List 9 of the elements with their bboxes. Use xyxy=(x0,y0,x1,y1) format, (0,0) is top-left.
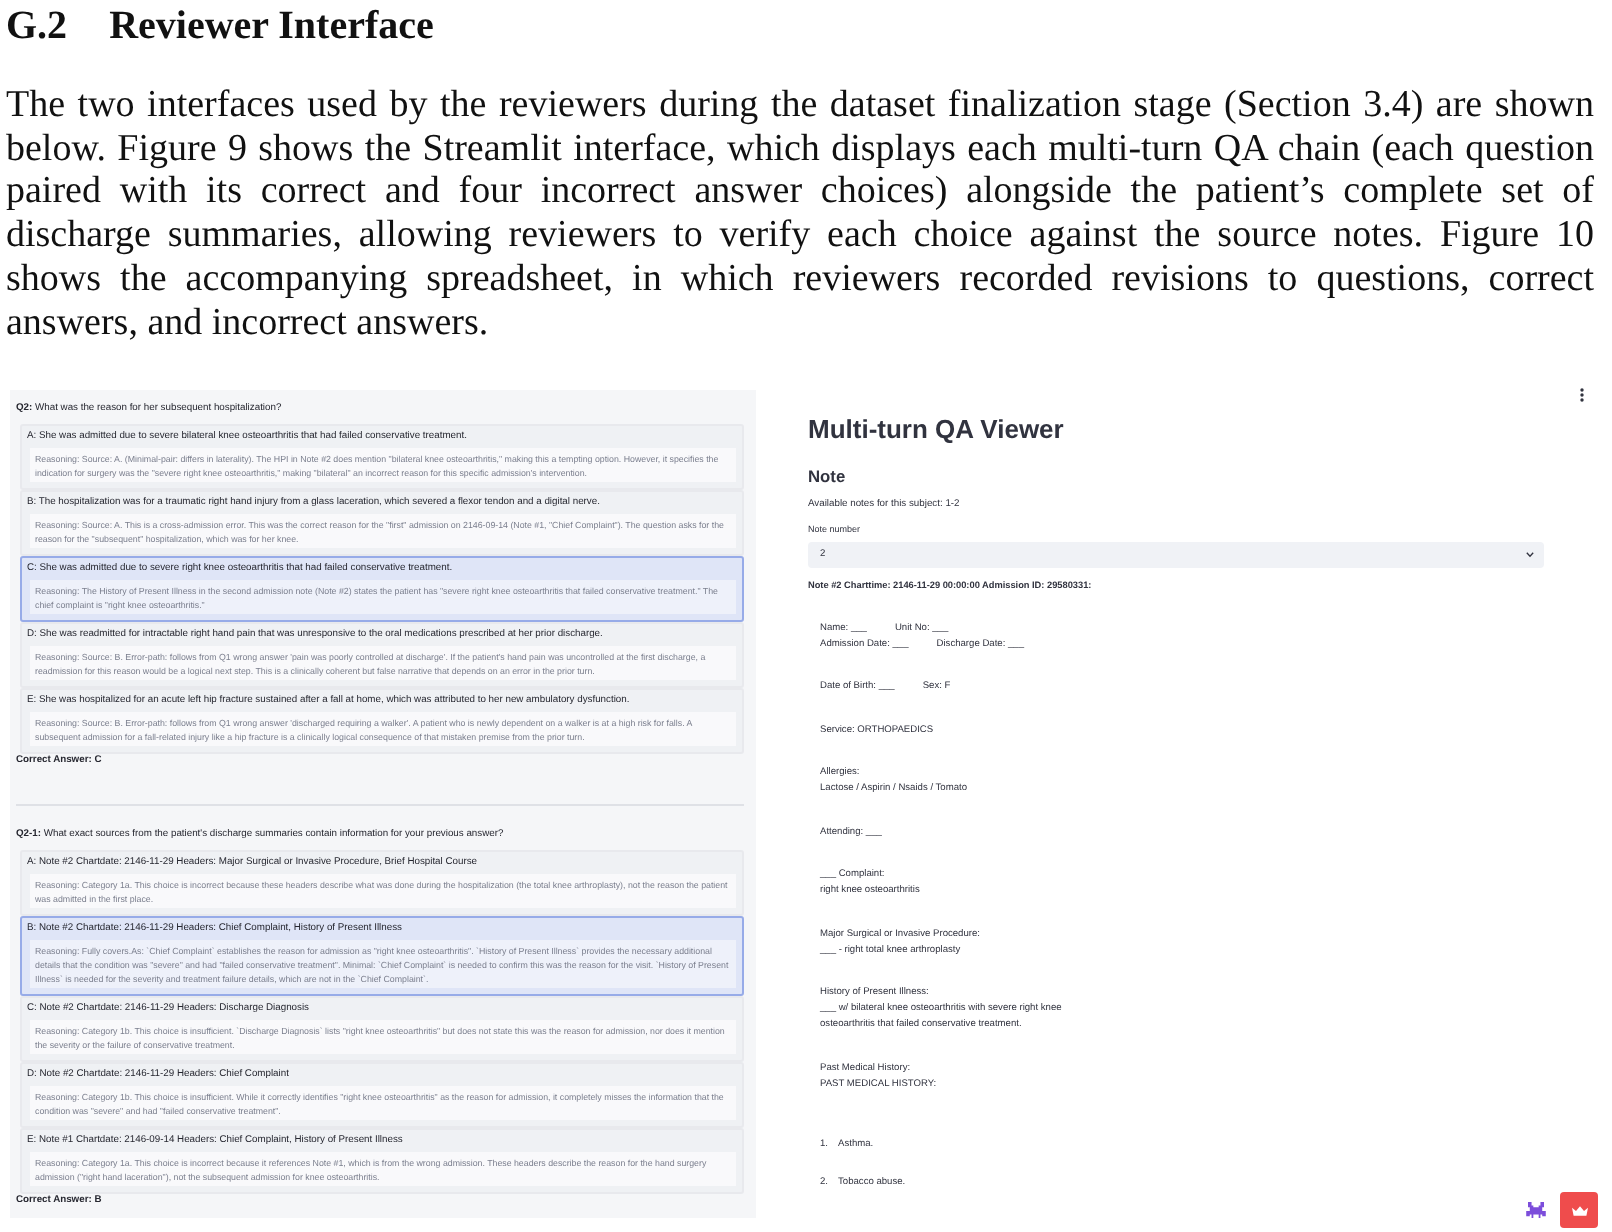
body-paragraph: The two interfaces used by the reviewers during the dataset finalization stage (Section 3.4) are shown below. Figure 9 shows the Streamlit interface, which displays each multi-turn QA chain (each question paired with its correct and four incorrect answer choices) alongside the patient’s complete set of discharge summaries, allowing reviewers to verify each choice against the source notes. Figure 10 shows the accompanying spreadsheet, in which reviewers recorded revisions to questions, correct answers, and incorrect answers. xyxy=(6,84,1594,345)
section-number: G.2 xyxy=(6,2,68,50)
section-title: Reviewer Interface xyxy=(109,2,434,50)
pixel-creature-icon[interactable] xyxy=(1526,1202,1546,1218)
crown-button[interactable] xyxy=(1560,1192,1598,1228)
crown-icon xyxy=(1571,1205,1587,1215)
section-heading: Note xyxy=(808,466,848,487)
viewer-title: Multi-turn QA Viewer xyxy=(808,414,1066,447)
chevron-down-icon xyxy=(1526,551,1534,558)
